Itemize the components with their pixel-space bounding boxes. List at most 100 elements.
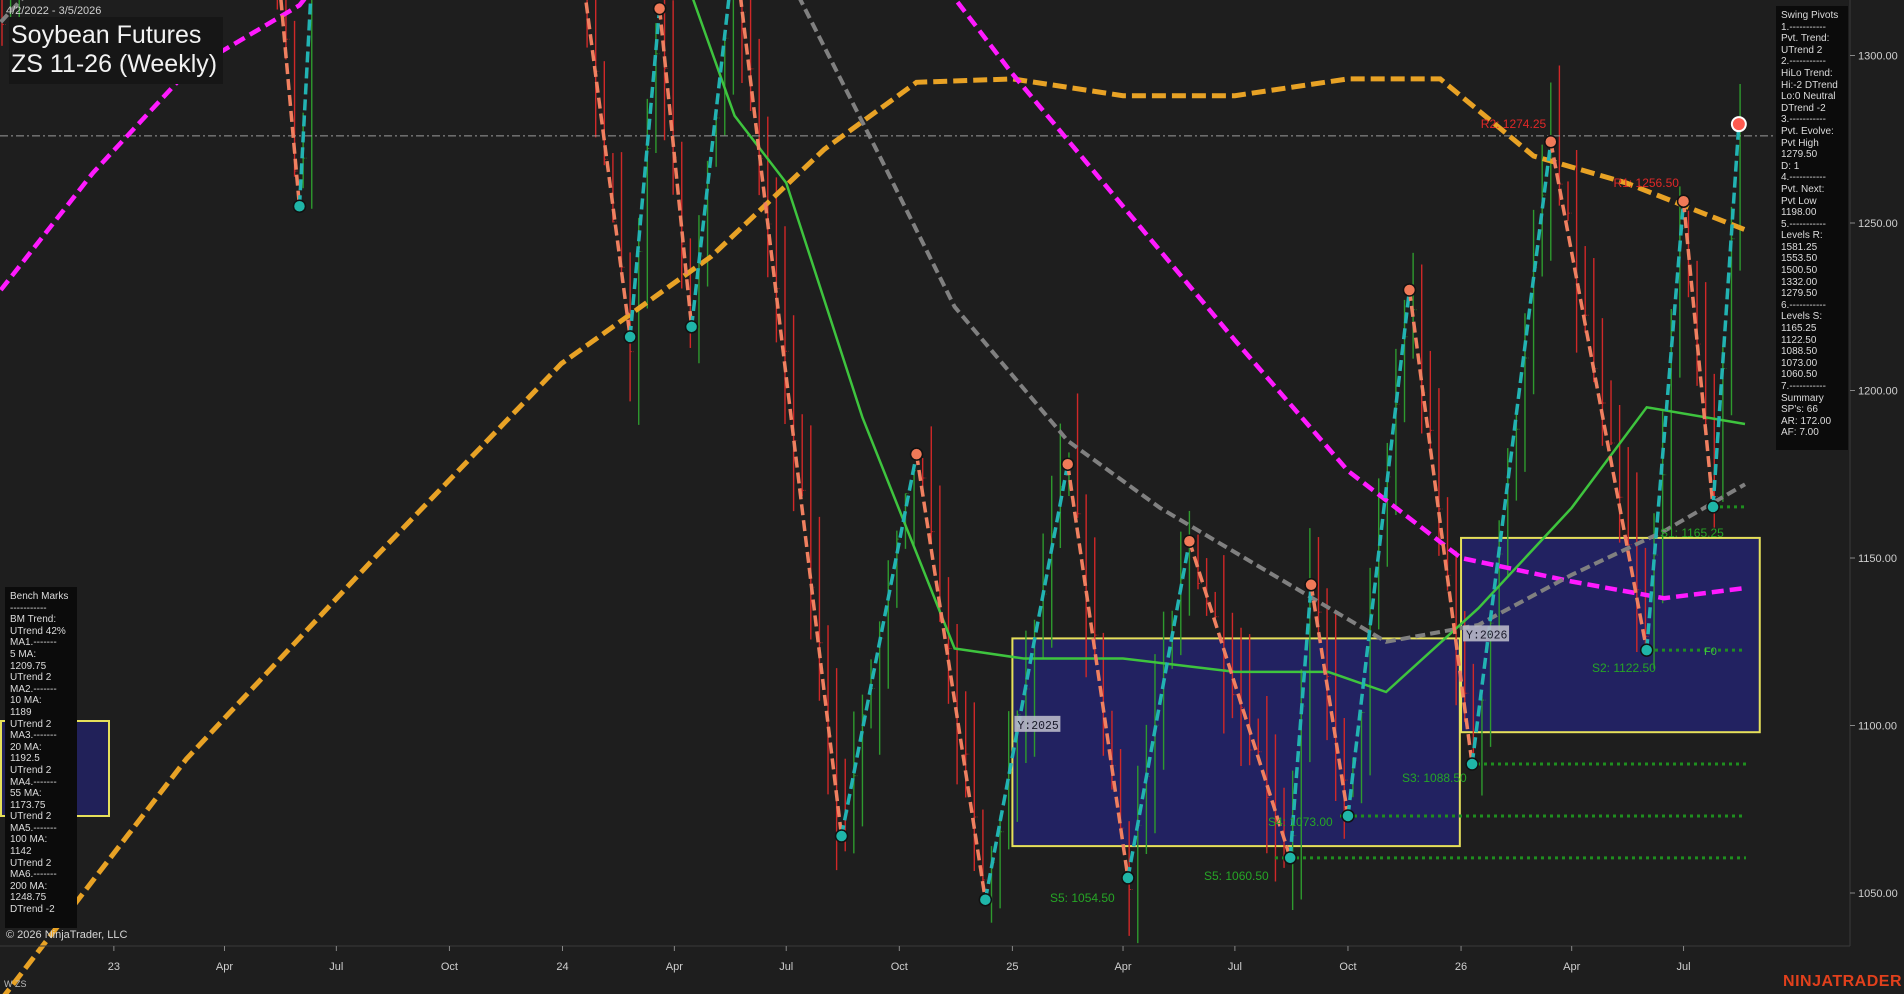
swing-panel-line: D: 1 — [1781, 160, 1800, 172]
pivot-high-marker — [652, 1, 667, 16]
swing-panel-line: SP's: 66 — [1781, 404, 1818, 416]
x-axis-tick-label: 25 — [1006, 961, 1018, 973]
fib-label: F0 — [1704, 646, 1717, 658]
bench-panel-line: 10 MA: — [10, 695, 42, 707]
swing-panel-line: Swing Pivots — [1781, 10, 1839, 21]
swing-panel-line: Pvt High — [1781, 137, 1819, 149]
swing-panel-line: Pvt. Trend: — [1781, 33, 1830, 45]
x-axis-tick-label: Jul — [329, 961, 343, 973]
pivot-low-marker — [1283, 851, 1297, 865]
swing-panel-line: 5.----------- — [1781, 218, 1826, 230]
swing-panel-line: DTrend -2 — [1781, 102, 1826, 114]
swing-panel-line: 1198.00 — [1781, 207, 1817, 219]
swing-panel-line: Pvt Low — [1781, 195, 1817, 207]
year-box-label: Y:2025 — [1017, 720, 1059, 733]
pivot-high-marker — [1060, 457, 1075, 471]
swing-panel-line: 7.----------- — [1781, 381, 1826, 392]
resistance-label: R1: 1256.50 — [1614, 176, 1680, 190]
swing-panel-line: 1088.50 — [1781, 346, 1818, 358]
y-axis-tick-label: 1300.00 — [1858, 51, 1898, 63]
support-label: S5: 1054.50 — [1050, 891, 1115, 905]
x-axis-tick-label: Jul — [1228, 961, 1242, 973]
x-axis-tick-label: 24 — [556, 961, 568, 973]
swing-panel-line: 3.----------- — [1781, 114, 1826, 126]
pivot-low-marker — [1341, 809, 1355, 823]
x-axis-tick-label: 26 — [1455, 961, 1467, 973]
year-box-label: Y:2026 — [1466, 629, 1508, 642]
bench-panel-line: 1142 — [10, 846, 32, 858]
swing-panel-line: 1122.50 — [1781, 334, 1817, 346]
bench-panel-line: Bench Marks — [10, 591, 69, 602]
swing-panel-line: HiLo Trend: — [1781, 67, 1833, 79]
date-range-label: 4/2/2022 - 3/5/2026 — [6, 5, 102, 17]
pivot-low-marker — [834, 829, 849, 843]
bench-panel-line: 100 MA: — [10, 834, 48, 846]
swing-panel-line: 1500.50 — [1781, 265, 1818, 277]
swing-panel-line: AR: 172.00 — [1781, 415, 1832, 427]
support-label: S1: 1165.25 — [1660, 526, 1724, 540]
pivot-low-marker — [1121, 871, 1135, 885]
swing-panel-line: Lo:0 Neutral — [1781, 91, 1836, 103]
swing-panel-line: 1060.50 — [1781, 369, 1818, 381]
swing-panel-line: 1279.50 — [1781, 149, 1818, 161]
pivot-low-marker — [978, 892, 993, 907]
pivot-low-marker — [623, 330, 637, 344]
bench-panel-line: 20 MA: — [10, 741, 42, 753]
bench-panel-line: MA6.------- — [10, 869, 57, 881]
x-axis-tick-label: Jul — [779, 961, 793, 973]
bench-panel-line: UTrend 2 — [10, 764, 52, 776]
bench-panel-line: 55 MA: — [10, 788, 42, 800]
swing-panel-line: 1581.25 — [1781, 241, 1818, 253]
x-axis-tick-label: Apr — [216, 961, 233, 973]
y-axis-tick-label: 1200.00 — [1858, 386, 1898, 398]
swing-panel-line: Hi:-2 DTrend — [1781, 79, 1838, 91]
bench-panel-line: MA1.------- — [10, 637, 57, 649]
x-axis-tick-label: Oct — [441, 961, 458, 973]
chart-title: Soybean Futures ZS 11-26 (Weekly) — [9, 17, 224, 84]
pivot-low-marker — [684, 320, 699, 334]
pivot-high-marker — [1182, 534, 1197, 548]
bench-panel-line: UTrend 2 — [10, 672, 52, 684]
x-axis-tick-label: Apr — [1563, 961, 1580, 973]
support-label: S3: 1088.50 — [1402, 771, 1467, 785]
support-label: S5: 1060.50 — [1204, 869, 1269, 883]
y-axis-tick-label: 1100.00 — [1858, 721, 1897, 733]
swing-panel-line: Pvt. Evolve: — [1781, 125, 1834, 137]
bench-panel-line: MA3.------- — [10, 730, 57, 742]
bench-panel-line: MA4.------- — [10, 776, 57, 788]
bench-panel-line: 1189 — [10, 706, 32, 718]
swing-panel-line: AF: 7.00 — [1781, 427, 1819, 439]
bench-panel-line: 1248.75 — [10, 892, 47, 904]
pivot-high-marker — [1676, 194, 1691, 208]
swing-panel-line: 2.----------- — [1781, 56, 1826, 68]
swing-panel-line: Pvt. Next: — [1781, 183, 1825, 195]
support-label: S2: 1122.50 — [1592, 661, 1656, 675]
bench-panel-line: BM Trend: — [10, 614, 57, 626]
pivot-low-marker — [1639, 643, 1654, 657]
y-axis-tick-label: 1050.00 — [1858, 888, 1898, 900]
price-chart[interactable]: R3: 1553.50R2: 1500.50R1: 1332.00R2: 127… — [0, 0, 1904, 994]
last-price-marker — [1730, 116, 1747, 133]
bench-panel-line: UTrend 2 — [10, 718, 52, 730]
bench-panel-line: 1209.75 — [10, 660, 47, 672]
instrument-tag: W ZS — [4, 979, 27, 989]
swing-panel-line: 4.----------- — [1781, 172, 1826, 184]
brand-logo: NINJATRADER — [1783, 973, 1902, 990]
title-contract: ZS 11-26 (Weekly) — [11, 50, 218, 78]
swing-panel-line: 6.----------- — [1781, 299, 1826, 311]
y-axis-tick-label: 1250.00 — [1858, 218, 1898, 230]
bench-panel-line: DTrend -2 — [10, 904, 55, 916]
year-box — [1011, 637, 1461, 848]
pivot-high-marker — [909, 447, 924, 461]
swing-panel-line: UTrend 2 — [1781, 44, 1823, 56]
bench-panel-line: UTrend 2 — [10, 811, 52, 823]
bench-panel-line: 1173.75 — [10, 799, 46, 811]
bench-panel-line: MA2.------- — [10, 683, 57, 695]
pivot-high-marker — [1304, 578, 1318, 592]
pivot-low-marker — [292, 199, 307, 213]
x-axis-tick-label: 23 — [108, 961, 120, 973]
swing-panel-line: 1553.50 — [1781, 253, 1818, 265]
bench-panel-line: MA5.------- — [10, 822, 57, 834]
pivot-low-marker — [1706, 500, 1720, 514]
bench-panel-line: 200 MA: — [10, 880, 48, 892]
